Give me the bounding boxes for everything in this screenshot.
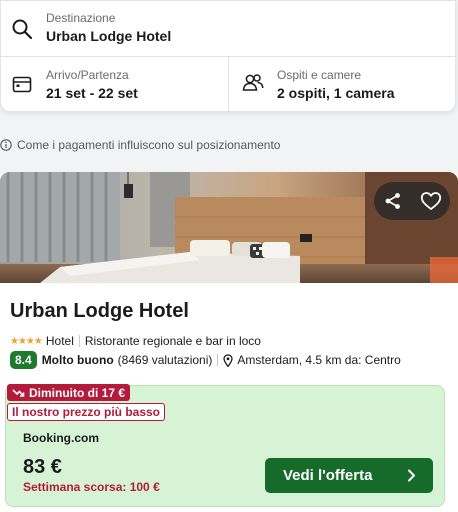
previous-price: Settimana scorsa: 100 € bbox=[23, 480, 160, 494]
hotel-photo[interactable] bbox=[0, 172, 458, 283]
ranking-info-link[interactable]: Come i pagamenti influiscono sul posizio… bbox=[0, 137, 280, 153]
rating-row[interactable]: 8.4 Molto buono (8469 valutazioni) Amste… bbox=[10, 350, 401, 370]
deal-box[interactable]: Diminuito di 17 € Il nostro prezzo più b… bbox=[5, 384, 445, 507]
view-deal-label: Vedi l'offerta bbox=[283, 467, 373, 484]
share-icon bbox=[385, 193, 400, 209]
destination-value: Urban Lodge Hotel bbox=[46, 28, 172, 44]
view-deal-button[interactable]: Vedi l'offerta bbox=[265, 458, 433, 493]
dates-label: Arrivo/Partenza bbox=[46, 68, 129, 82]
dates-field[interactable]: Arrivo/Partenza 21 set - 22 set bbox=[1, 57, 229, 113]
search-card: Destinazione Urban Lodge Hotel Arrivo/Pa… bbox=[0, 0, 457, 113]
divider bbox=[217, 354, 219, 366]
photo-actions bbox=[374, 182, 450, 220]
heart-icon bbox=[420, 192, 442, 210]
hotel-type: Hotel bbox=[45, 334, 74, 348]
calendar-icon bbox=[12, 76, 32, 93]
score-badge: 8.4 bbox=[10, 351, 37, 369]
share-button[interactable] bbox=[374, 182, 412, 220]
info-icon bbox=[0, 139, 12, 151]
guests-label: Ospiti e camere bbox=[277, 68, 362, 82]
guests-value: 2 ospiti, 1 camera bbox=[277, 85, 395, 101]
ranking-info-text: Come i pagamenti influiscono sul posizio… bbox=[17, 138, 281, 152]
destination-label: Destinazione bbox=[46, 11, 116, 25]
review-count: (8469 valutazioni) bbox=[117, 353, 213, 367]
hotel-result-card[interactable]: Urban Lodge Hotel ★★★★ Hotel Ristorante … bbox=[0, 172, 458, 512]
favorite-button[interactable] bbox=[412, 182, 450, 220]
hotel-meta: ★★★★ Hotel Ristorante regionale e bar in… bbox=[10, 333, 261, 349]
hotel-location: Amsterdam, 4.5 km da: Centro bbox=[237, 353, 401, 367]
guests-field[interactable]: Ospiti e camere 2 ospiti, 1 camera bbox=[229, 57, 457, 113]
chevron-right-icon bbox=[408, 469, 415, 482]
trend-down-icon bbox=[12, 388, 25, 397]
rating-word: Molto buono bbox=[41, 353, 114, 367]
search-icon bbox=[12, 19, 33, 40]
hotel-features: Ristorante regionale e bar in loco bbox=[84, 334, 261, 348]
star-rating: ★★★★ bbox=[10, 335, 43, 347]
location-pin-icon bbox=[223, 353, 234, 367]
best-price-badge: Il nostro prezzo più basso bbox=[7, 403, 166, 421]
destination-field[interactable]: Destinazione Urban Lodge Hotel bbox=[1, 1, 455, 57]
provider-name: Booking.com bbox=[23, 431, 100, 445]
dates-value: 21 set - 22 set bbox=[46, 85, 138, 101]
price: 83 € bbox=[23, 456, 62, 478]
guests-icon bbox=[242, 74, 264, 91]
hotel-name[interactable]: Urban Lodge Hotel bbox=[10, 300, 189, 323]
price-drop-badge: Diminuito di 17 € bbox=[7, 384, 131, 401]
divider bbox=[78, 335, 80, 347]
price-drop-text: Diminuito di 17 € bbox=[29, 385, 126, 400]
